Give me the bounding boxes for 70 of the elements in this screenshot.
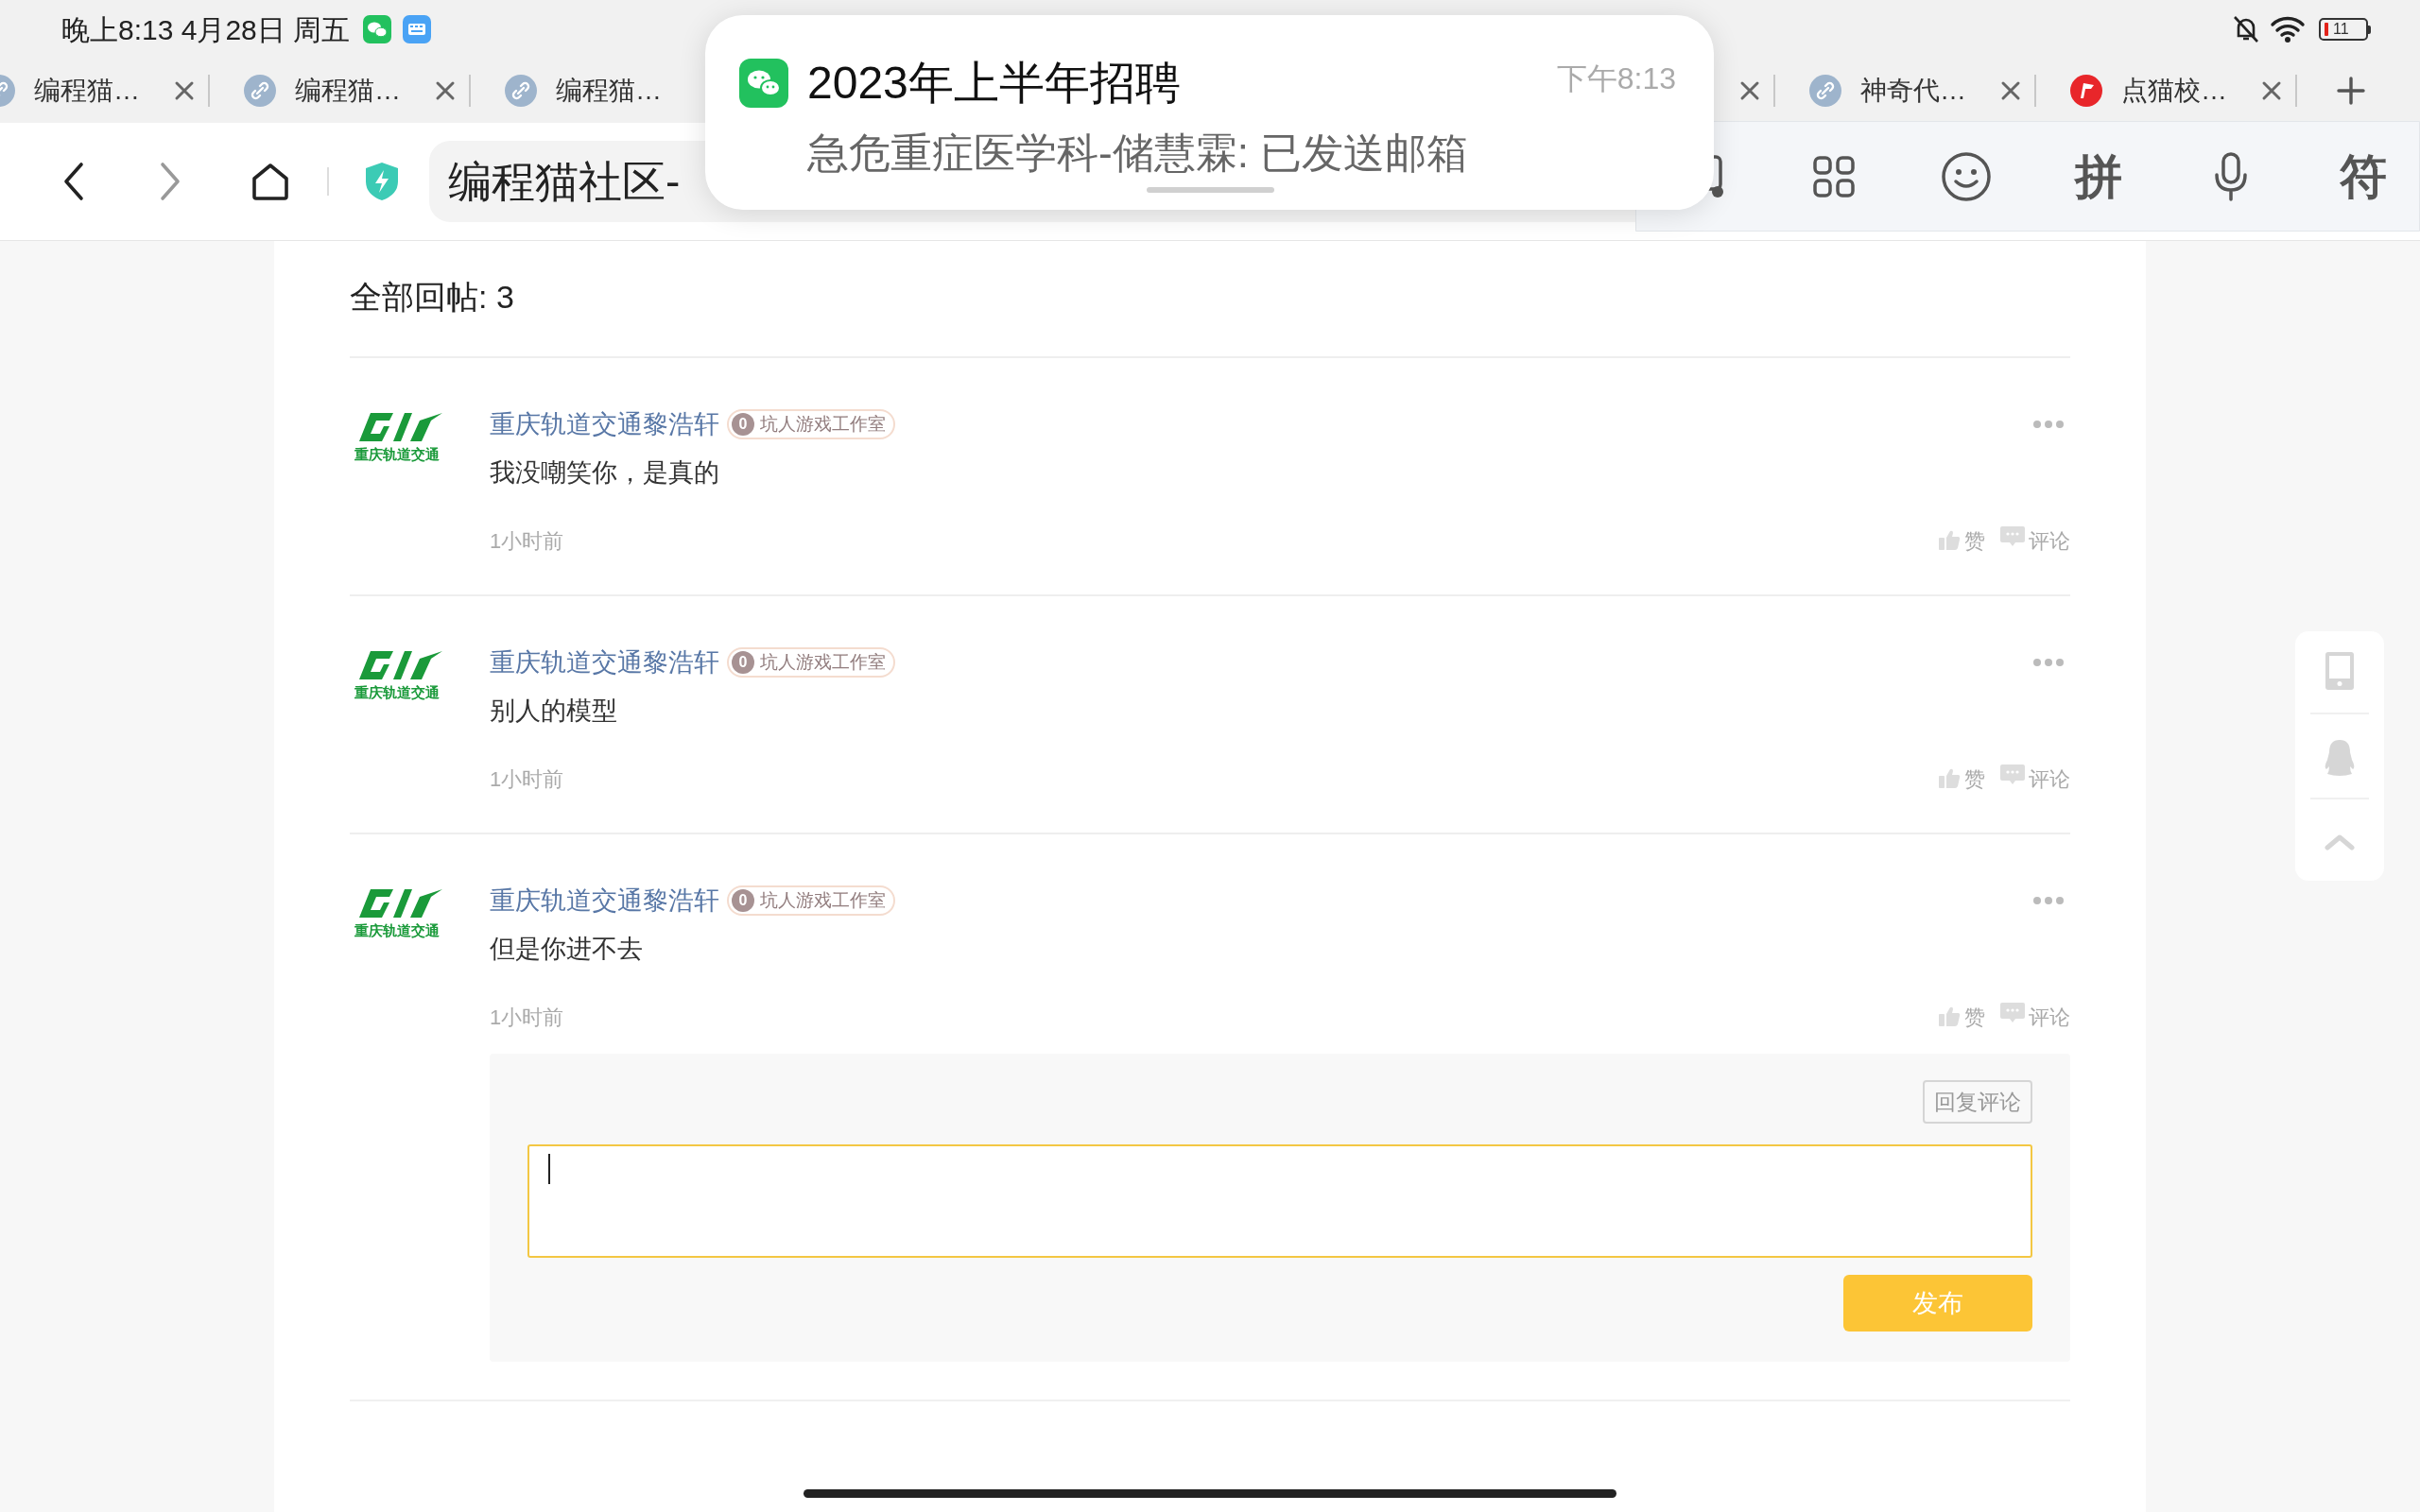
thumbs-up-icon[interactable] [1938, 1005, 1961, 1028]
tab-title[interactable]: 点猫校… [2121, 71, 2227, 111]
comment-text: 但是你进不去 [490, 934, 644, 965]
close-icon[interactable] [174, 80, 195, 101]
keyboard-key[interactable]: 拼 [2075, 152, 2122, 200]
chat-app-icon [363, 15, 392, 43]
tab-title[interactable]: 编程猫… [295, 71, 401, 111]
studio-badge[interactable]: 0 坑人游戏工作室 [727, 885, 895, 916]
comment-text: 别人的模型 [490, 696, 618, 727]
comment-bubble-icon[interactable] [2000, 1001, 2025, 1023]
author-name[interactable]: 重庆轨道交通黎浩轩 [490, 404, 719, 444]
avatar-logo: 重庆轨道交通 [350, 885, 444, 937]
chevron-up-icon[interactable] [2325, 833, 2355, 850]
notification-card[interactable]: 2023年上半年招聘 下午8:13 急危重症医学科-储慧霖: 已发送邮箱 [705, 15, 1714, 210]
wifi-icon [2270, 14, 2306, 44]
reply-tag: 回复评论 [1923, 1080, 2032, 1124]
avatar-logo: 重庆轨道交通 [350, 647, 444, 699]
close-icon[interactable] [2000, 80, 2021, 101]
close-icon[interactable] [1739, 80, 1760, 101]
shield-icon[interactable] [363, 161, 401, 202]
tab-title[interactable]: 编程猫… [556, 71, 662, 111]
status-time: 晚上8:13 4月28日 周五 [61, 12, 351, 47]
home-indicator[interactable] [804, 1489, 1616, 1498]
author-name[interactable]: 重庆轨道交通黎浩轩 [490, 881, 719, 920]
battery-indicator: 11 [2319, 18, 2368, 41]
studio-badge[interactable]: 0 坑人游戏工作室 [727, 409, 895, 439]
studio-badge[interactable]: 0 坑人游戏工作室 [727, 647, 895, 678]
flag-logo-icon [2070, 75, 2102, 107]
close-icon[interactable] [435, 80, 456, 101]
grid-icon[interactable] [1812, 154, 1856, 198]
comment-count-heading: 全部回帖: 3 [350, 241, 2070, 358]
thumbs-up-icon[interactable] [1938, 767, 1961, 790]
like-link[interactable]: 赞 [1964, 524, 1985, 557]
keyboard-key[interactable]: 符 [2340, 152, 2387, 200]
tablet-icon[interactable] [2325, 652, 2354, 692]
post-time: 1小时前 [490, 765, 564, 793]
emoji-icon[interactable] [1941, 150, 1992, 202]
post-time: 1小时前 [490, 1004, 564, 1031]
more-icon[interactable] [2032, 420, 2065, 429]
chat-app-icon [739, 59, 788, 108]
notification-title: 2023年上半年招聘 [807, 57, 1181, 110]
link-icon [1809, 75, 1841, 107]
microphone-icon[interactable] [2214, 151, 2248, 201]
tab-title[interactable]: 编程猫… [34, 71, 140, 111]
author-name[interactable]: 重庆轨道交通黎浩轩 [490, 643, 719, 682]
reply-input-field[interactable] [527, 1144, 2032, 1258]
thumbs-up-icon[interactable] [1938, 529, 1961, 552]
home-icon[interactable] [250, 161, 291, 202]
comment-bubble-icon[interactable] [2000, 763, 2025, 785]
new-tab-icon[interactable] [2337, 77, 2365, 105]
more-icon[interactable] [2032, 896, 2065, 905]
like-link[interactable]: 赞 [1964, 1001, 1985, 1033]
comment-link[interactable]: 评论 [2029, 763, 2070, 795]
keyboard-app-icon [403, 15, 432, 43]
tab-title[interactable]: 神奇代… [1860, 71, 1966, 111]
post-time: 1小时前 [490, 527, 564, 555]
notification-time: 下午8:13 [1556, 60, 1676, 97]
close-icon[interactable] [2261, 80, 2282, 101]
like-link[interactable]: 赞 [1964, 763, 1985, 795]
comment-text: 我没嘲笑你，是真的 [490, 457, 720, 489]
penguin-icon[interactable] [2324, 739, 2356, 777]
comment-link[interactable]: 评论 [2029, 1001, 2070, 1033]
notification-message: 急危重症医学科-储慧霖: 已发送邮箱 [807, 129, 1470, 178]
comment-bubble-icon[interactable] [2000, 524, 2025, 547]
link-icon [505, 75, 537, 107]
more-icon[interactable] [2032, 658, 2065, 667]
comment-link[interactable]: 评论 [2029, 524, 2070, 557]
link-icon [244, 75, 276, 107]
drag-handle[interactable] [1147, 187, 1274, 193]
avatar-logo: 重庆轨道交通 [350, 409, 444, 461]
